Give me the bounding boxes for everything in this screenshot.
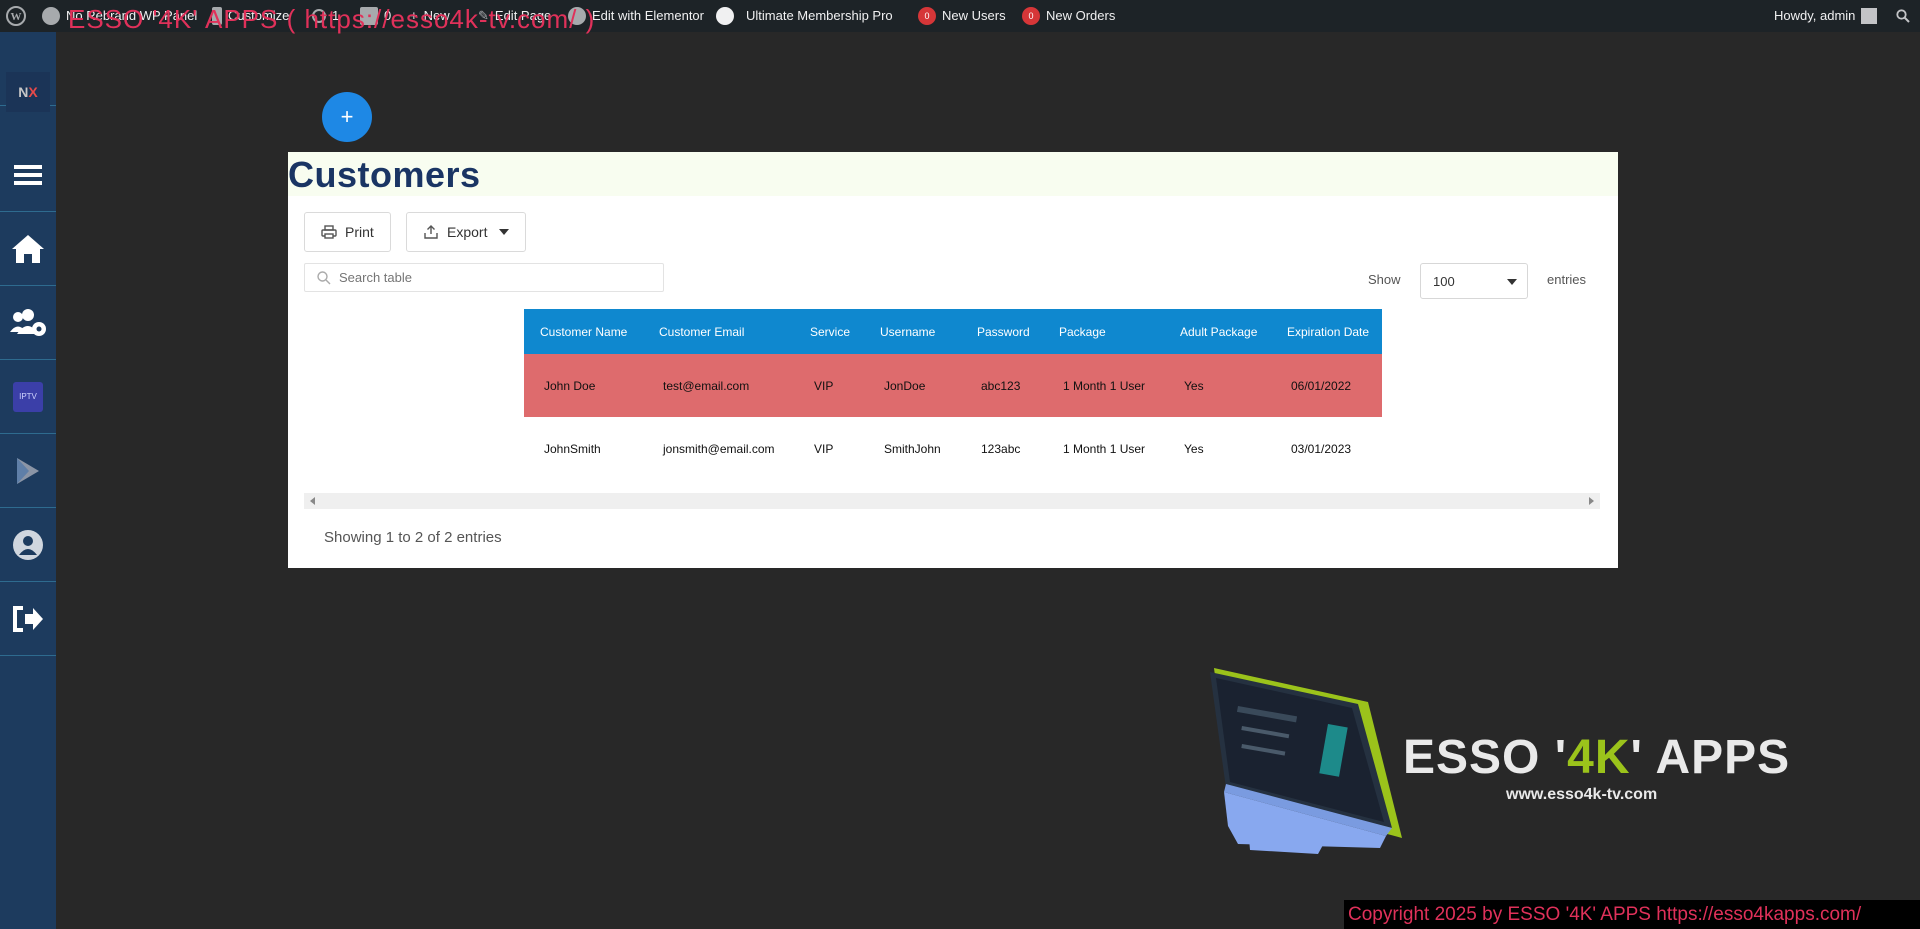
brand-name: ESSO '4K' APPS: [1403, 731, 1791, 784]
column-header[interactable]: Customer Email: [643, 309, 794, 354]
avatar: [1861, 8, 1878, 24]
user-icon: [13, 529, 43, 560]
table-cell: test@email.com: [663, 378, 750, 393]
column-header[interactable]: Adult Package: [1164, 309, 1271, 354]
table-cell: Yes: [1184, 378, 1204, 393]
search-icon[interactable]: [1896, 0, 1910, 32]
users-settings-icon: [10, 308, 46, 336]
new-orders-count: 0: [1022, 7, 1040, 25]
column-header[interactable]: Service: [794, 309, 864, 354]
caret-down-icon: [499, 229, 510, 235]
monitor-illustration: [1210, 668, 1402, 854]
table-row[interactable]: John Doe test@email.com VIP JonDoe abc12…: [524, 354, 1382, 417]
page-title: Customers: [288, 154, 481, 195]
sidebar-item-menu[interactable]: [0, 138, 56, 212]
column-header[interactable]: Password: [961, 309, 1043, 354]
sidebar-item-play[interactable]: [0, 434, 56, 508]
table-cell: 06/01/2022: [1291, 378, 1352, 393]
table-cell: SmithJohn: [884, 441, 941, 456]
sidebar-item-profile[interactable]: [0, 508, 56, 582]
column-header[interactable]: Package: [1043, 309, 1164, 354]
upload-icon: [424, 225, 438, 239]
sidebar-item-home[interactable]: [0, 212, 56, 286]
customers-table: Customer Name Customer Email Service Use…: [524, 309, 1382, 480]
table-cell: JohnSmith: [544, 441, 601, 456]
table-cell: VIP: [814, 378, 834, 393]
sidebar-logo[interactable]: NX: [0, 32, 56, 112]
iptv-icon: IPTV: [13, 381, 43, 412]
brand-logo: ESSO '4K' APPS www.esso4k-tv.com: [1208, 666, 1791, 856]
nx-logo-icon: NX: [6, 71, 50, 112]
search-input[interactable]: [339, 270, 639, 285]
table-cell: Yes: [1184, 441, 1204, 456]
customers-card: Customers Print Export Show 100 entries …: [288, 152, 1618, 568]
horizontal-scrollbar[interactable]: [304, 493, 1600, 509]
table-header-row: Customer Name Customer Email Service Use…: [524, 309, 1382, 354]
printer-icon: [321, 225, 337, 239]
column-header[interactable]: Expiration Date: [1271, 309, 1382, 354]
wordpress-logo-icon[interactable]: W: [6, 0, 26, 32]
new-users-count: 0: [918, 7, 936, 25]
add-customer-button[interactable]: +: [322, 92, 372, 142]
column-header[interactable]: Customer Name: [524, 309, 643, 354]
sidebar: NX IPTV: [0, 32, 56, 929]
table-row[interactable]: JohnSmith jonsmith@email.com VIP SmithJo…: [524, 417, 1382, 480]
site-overlay-title: ESSO '4K' APPS ( https://esso4k-tv.com/ …: [68, 4, 596, 34]
admin-bar-item-new-users[interactable]: 0 New Users: [918, 0, 1006, 32]
table-cell: JonDoe: [884, 378, 926, 393]
show-label: Show: [1368, 272, 1401, 287]
entries-label: entries: [1547, 272, 1587, 287]
table-cell: John Doe: [544, 378, 596, 393]
search-table-box[interactable]: [304, 263, 664, 292]
table-cell: 1 Month 1 User: [1063, 441, 1146, 456]
entries-select[interactable]: 100: [1420, 263, 1528, 299]
svg-text:W: W: [11, 11, 22, 23]
play-store-icon: [17, 457, 39, 484]
sidebar-item-iptv[interactable]: IPTV: [0, 360, 56, 434]
membership-icon: [716, 7, 734, 25]
table-cell: jonsmith@email.com: [663, 441, 775, 456]
chevron-down-icon: [1507, 279, 1517, 285]
sidebar-item-logout[interactable]: [0, 582, 56, 656]
table-info: Showing 1 to 2 of 2 entries: [324, 529, 502, 546]
sidebar-item-users[interactable]: [0, 286, 56, 360]
column-header[interactable]: Username: [864, 309, 961, 354]
account-menu[interactable]: Howdy, admin: [1774, 0, 1878, 32]
table-cell: 03/01/2023: [1291, 441, 1352, 456]
home-icon: [12, 234, 44, 263]
scroll-right-icon[interactable]: [1589, 497, 1594, 505]
print-button[interactable]: Print: [304, 212, 391, 252]
table-cell: 123abc: [981, 441, 1021, 456]
admin-bar-item-membership[interactable]: Ultimate Membership Pro: [716, 0, 893, 32]
title-band: [288, 152, 1618, 196]
logout-icon: [13, 605, 43, 632]
admin-bar-item-new-orders[interactable]: 0 New Orders: [1022, 0, 1115, 32]
table-cell: abc123: [981, 378, 1021, 393]
admin-bar: W No Rebrand WP Panel Customize 1 0 + Ne…: [0, 0, 1920, 34]
table-cell: 1 Month 1 User: [1063, 378, 1146, 393]
brand-url: www.esso4k-tv.com: [1506, 786, 1658, 803]
copyright-banner: Copyright 2025 by ESSO '4K' APPS https:/…: [1344, 900, 1920, 929]
export-button[interactable]: Export: [406, 212, 527, 252]
search-icon: [317, 270, 331, 284]
dashboard-icon: [42, 7, 60, 25]
scroll-left-icon[interactable]: [310, 497, 315, 505]
menu-icon: [14, 164, 42, 185]
table-cell: VIP: [814, 441, 834, 456]
